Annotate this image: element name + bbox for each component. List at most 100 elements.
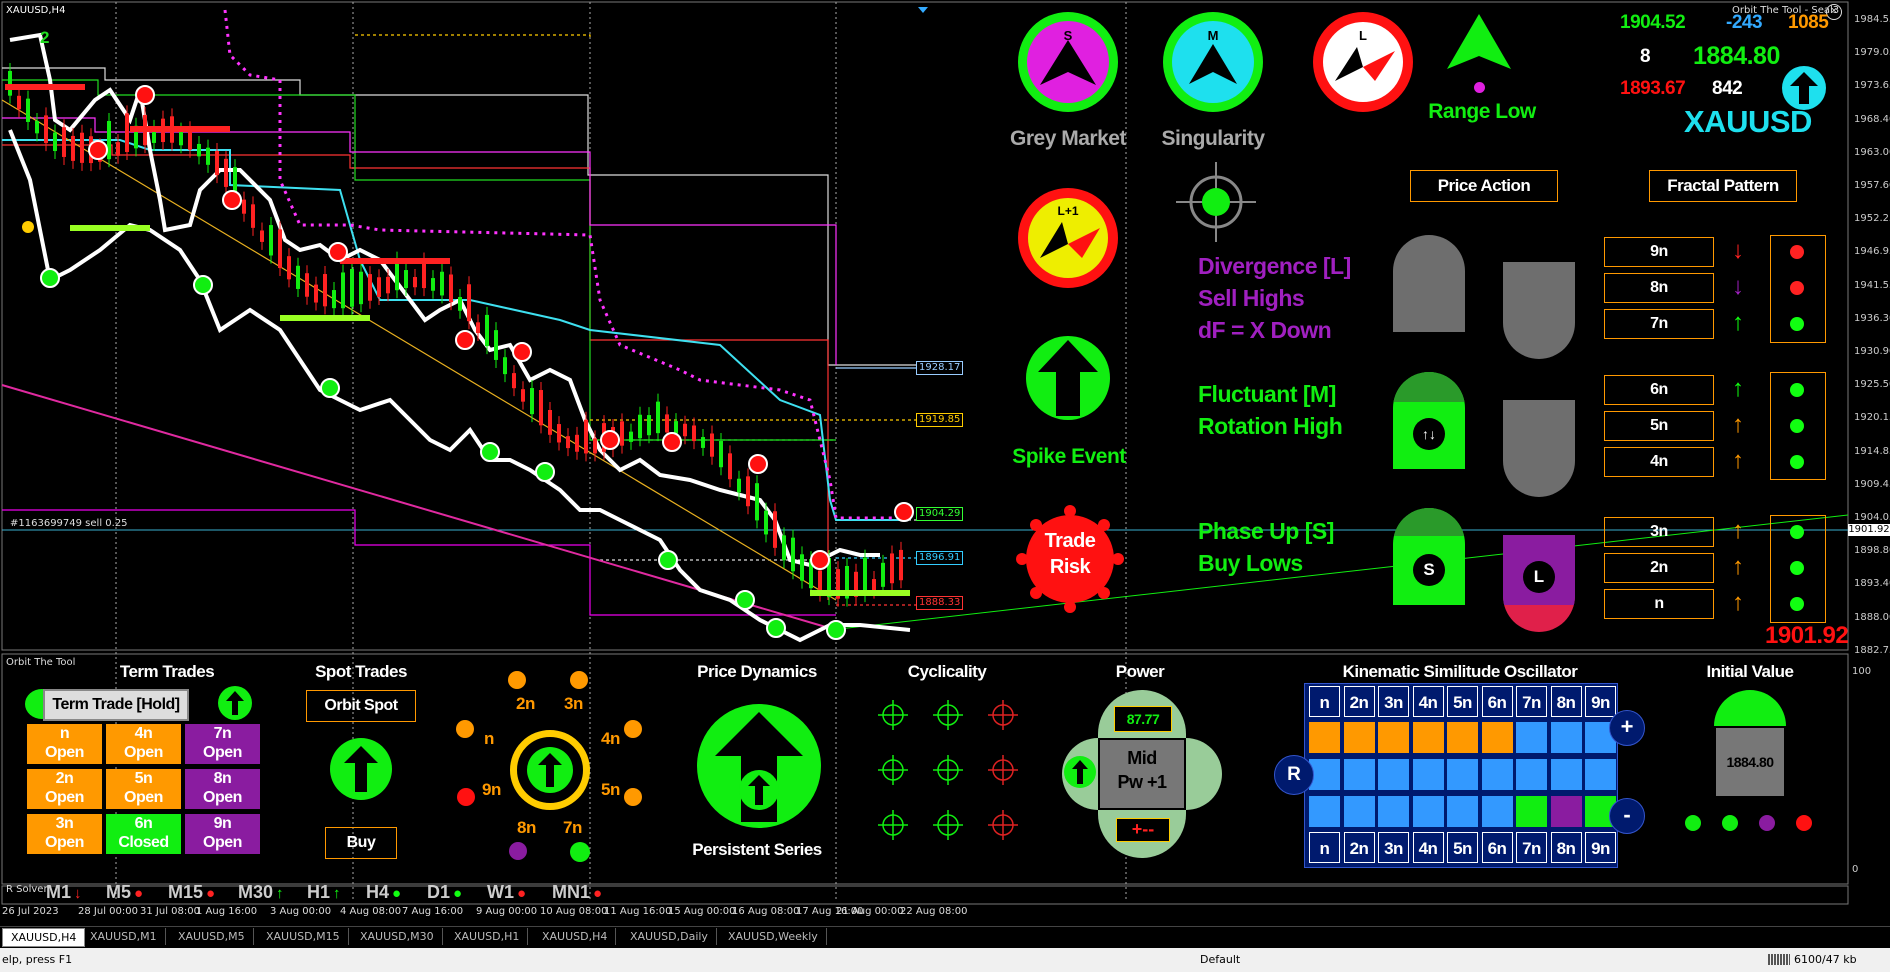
kso-header: 9n <box>1585 686 1616 717</box>
orbit-label-9n: 9n <box>482 780 501 799</box>
range-low-dot <box>1474 82 1485 93</box>
solver-label: R Solver <box>6 884 48 895</box>
singularity-compass[interactable]: M <box>1163 12 1263 112</box>
panel-title: Orbit The Tool <box>6 657 76 668</box>
term-trade-cell[interactable]: n Open <box>27 724 102 764</box>
fractal-level-n[interactable]: n <box>1604 589 1714 619</box>
buy-marker <box>480 442 500 462</box>
fractal-level-9n[interactable]: 9n <box>1604 237 1714 267</box>
price-tick: 1888.00 <box>1854 611 1890 623</box>
fractal-status-dot <box>1790 525 1804 539</box>
candle-body <box>125 113 129 153</box>
buy-button[interactable]: Buy <box>325 827 397 859</box>
timeframe-M5[interactable]: M5 ● <box>106 882 143 903</box>
candle-body <box>665 414 669 433</box>
close-icon[interactable]: × <box>1826 4 1842 20</box>
term-trades-up-icon[interactable] <box>218 686 252 720</box>
tab-xauusd-m15[interactable]: XAUUSD,M15 <box>258 928 349 945</box>
orbit-dot-4n <box>624 720 642 738</box>
stat-value-3: 1085 <box>1788 12 1829 33</box>
candle-body <box>368 274 372 301</box>
term-trade-cell[interactable]: 2n Open <box>27 769 102 809</box>
timeframe-M1[interactable]: M1 ↓ <box>46 882 82 903</box>
timeframe-MN1[interactable]: MN1 ● <box>552 882 602 903</box>
fractal-level-6n[interactable]: 6n <box>1604 375 1714 405</box>
phase-up-text: Phase Up [S] Buy Lows <box>1198 515 1334 579</box>
fractal-level-5n[interactable]: 5n <box>1604 411 1714 441</box>
timeframe-signal-icon: ↑ <box>333 885 341 902</box>
candle-body <box>530 388 534 415</box>
stat-value-7: 842 <box>1712 78 1743 99</box>
orbit-label-n: n <box>484 729 494 748</box>
tab-xauusd-m1[interactable]: XAUUSD,M1 <box>82 928 166 945</box>
kso-reset-button[interactable]: R <box>1274 755 1314 795</box>
price-action-button[interactable]: Price Action <box>1410 170 1558 202</box>
fractal-level-7n[interactable]: 7n <box>1604 309 1714 339</box>
orbit-dot-5n <box>624 788 642 806</box>
tab-xauusd-daily[interactable]: XAUUSD,Daily <box>622 928 717 945</box>
timeframe-signal-icon: ● <box>206 885 216 902</box>
orbit-spot-button[interactable]: Orbit Spot <box>306 690 416 722</box>
price-tick: 1984.55 <box>1854 14 1890 25</box>
tab-xauusd-h4[interactable]: XAUUSD,H4 <box>2 928 86 947</box>
fractal-level-2n[interactable]: 2n <box>1604 553 1714 583</box>
fractal-arrow-icon: ↑ <box>1732 589 1744 616</box>
fractal-status-dot <box>1790 383 1804 397</box>
term-trade-cell[interactable]: 6n Closed <box>106 814 181 854</box>
candle-body <box>629 431 633 442</box>
price-axis[interactable]: 1984.55 1979.05 1973.65 1968.40 1963.00 1957.… <box>1850 0 1890 656</box>
tab-xauusd-weekly[interactable]: XAUUSD,Weekly <box>720 928 827 945</box>
tab-xauusd-h4[interactable]: XAUUSD,H4 <box>534 928 617 945</box>
orbit-dot-7n <box>570 842 590 862</box>
fractal-pattern-button[interactable]: Fractal Pattern <box>1649 170 1797 202</box>
timeframe-W1[interactable]: W1 ● <box>487 882 526 903</box>
sell-marker <box>512 342 532 362</box>
time-tick: 1 Aug 16:00 <box>196 906 258 917</box>
term-trade-cell[interactable]: 7n Open <box>185 724 260 764</box>
candle-body <box>710 433 714 457</box>
kso-header: 4n <box>1412 686 1444 717</box>
candle-body <box>512 373 516 389</box>
price-tick: 1914.85 <box>1854 445 1890 457</box>
fractal-level-3n[interactable]: 3n <box>1604 517 1714 547</box>
kso-minus-button[interactable]: - <box>1609 798 1645 834</box>
term-trade-hold-button[interactable]: Term Trade [Hold] <box>43 689 189 721</box>
candle-body <box>890 553 894 584</box>
kso-cell <box>1309 722 1340 753</box>
term-cell-state: Open <box>203 789 242 806</box>
term-trade-cell[interactable]: 8n Open <box>185 769 260 809</box>
time-tick: 28 Jul 00:00 <box>78 906 138 917</box>
timeframe-H4[interactable]: H4 ● <box>366 882 401 903</box>
kso-plus-button[interactable]: + <box>1609 710 1645 746</box>
term-trade-cell[interactable]: 5n Open <box>106 769 181 809</box>
term-trade-cell[interactable]: 3n Open <box>27 814 102 854</box>
tab-xauusd-h1[interactable]: XAUUSD,H1 <box>446 928 529 945</box>
tab-xauusd-m30[interactable]: XAUUSD,M30 <box>352 928 443 945</box>
term-trade-cell[interactable]: 9n Open <box>185 814 260 854</box>
shift-marker-icon[interactable] <box>918 0 928 13</box>
timeframe-M15[interactable]: M15 ● <box>168 882 215 903</box>
l-compass[interactable]: L <box>1313 12 1413 112</box>
l-plus-one-compass[interactable]: L+1 <box>1018 188 1118 288</box>
fractal-shape-mid-left: ↑↓ <box>1393 372 1465 469</box>
grey-market-compass[interactable]: S <box>1018 12 1118 112</box>
kso-header: 6n <box>1481 686 1513 717</box>
timeframe-D1[interactable]: D1 ● <box>427 882 462 903</box>
term-cell-state: Open <box>45 789 84 806</box>
trade-risk-line2: Risk <box>1049 556 1091 578</box>
timeframe-M30[interactable]: M30 ↑ <box>238 882 284 903</box>
term-cell-state: Open <box>124 789 163 806</box>
timeframe-H1[interactable]: H1 ↑ <box>307 882 341 903</box>
power-title: Power <box>1115 662 1165 681</box>
connection-bars-icon <box>1768 954 1790 965</box>
fractal-level-4n[interactable]: 4n <box>1604 447 1714 477</box>
candle-body <box>431 278 435 291</box>
fractal-level-8n[interactable]: 8n <box>1604 273 1714 303</box>
candle-body <box>350 268 354 307</box>
tab-xauusd-m5[interactable]: XAUUSD,M5 <box>170 928 254 945</box>
timeframe-signal-icon: ↓ <box>74 885 82 902</box>
kso-cell <box>1550 722 1582 753</box>
timeframe-signal-icon: ● <box>453 885 463 902</box>
term-trade-cell[interactable]: 4n Open <box>106 724 181 764</box>
price-dynamics-title: Price Dynamics <box>697 662 817 681</box>
